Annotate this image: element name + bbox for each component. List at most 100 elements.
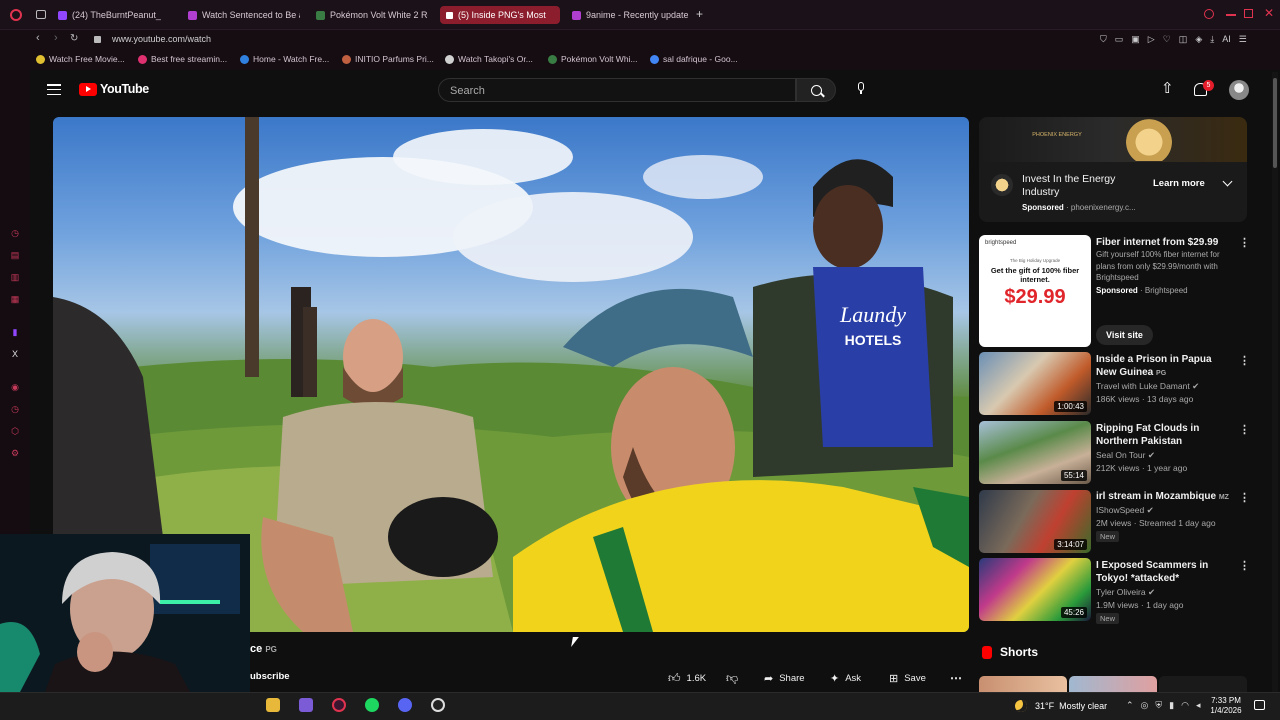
microphone-icon[interactable]: [857, 82, 865, 96]
extension-icon[interactable]: ⬡: [10, 426, 20, 436]
upload-icon[interactable]: ⇧: [1161, 81, 1174, 96]
avatar[interactable]: [1229, 80, 1249, 100]
rec-channel-3[interactable]: IShowSpeed ✔: [1096, 504, 1154, 517]
scrollbar-thumb[interactable]: [1273, 78, 1277, 168]
twitch-icon[interactable]: ▮: [10, 327, 20, 337]
rec-channel-2[interactable]: Seal On Tour ✔: [1096, 449, 1155, 462]
rec-thumbnail-4[interactable]: 45:26: [979, 558, 1091, 621]
rec-title-2[interactable]: Ripping Fat Clouds in Northern Pakistan: [1096, 422, 1234, 448]
save-button[interactable]: ⊞ Save: [881, 667, 934, 689]
history-icon[interactable]: ◷: [10, 228, 20, 238]
close-window-icon[interactable]: ✕: [1264, 6, 1274, 20]
hamburger-menu-icon[interactable]: [47, 84, 61, 95]
more-actions-button[interactable]: ⋯: [942, 667, 970, 689]
settings-icon[interactable]: ⚙: [10, 448, 20, 458]
short-thumbnail-1[interactable]: [979, 676, 1067, 692]
chevron-up-icon[interactable]: ⌃: [1126, 700, 1134, 711]
opera-taskbar-icon[interactable]: [332, 698, 346, 712]
rec-thumbnail-1[interactable]: 1:00:43: [979, 352, 1091, 415]
tab-list-icon[interactable]: [36, 10, 46, 19]
rec-title-4[interactable]: I Exposed Scammers in Tokyo! *attacked*: [1096, 559, 1234, 585]
wallet-icon[interactable]: ◈: [1195, 34, 1202, 45]
rec-title-1[interactable]: Inside a Prison in Papua New Guinea PG: [1096, 353, 1234, 380]
ai-extension-label[interactable]: AI: [1222, 34, 1231, 45]
promo-title[interactable]: Fiber internet from $29.99: [1096, 236, 1236, 249]
rec-menu-icon[interactable]: ⋮: [1239, 559, 1250, 572]
tab-2[interactable]: Watch Sentenced to Be a: [188, 6, 300, 24]
ask-button[interactable]: ✦ Ask: [822, 667, 869, 689]
rec-title-3[interactable]: irl stream in Mozambique MZ: [1096, 490, 1234, 504]
spotify-icon[interactable]: ◉: [10, 382, 20, 392]
spotify-taskbar-icon[interactable]: [365, 698, 379, 712]
rec-menu-icon[interactable]: ⋮: [1239, 423, 1250, 436]
bookmark-3[interactable]: Home - Watch Fre...: [240, 54, 329, 64]
opera-logo-icon[interactable]: [10, 9, 22, 21]
shield-tray-icon[interactable]: ⛨: [1155, 700, 1162, 711]
bookmark-2[interactable]: Best free streamin...: [138, 54, 227, 64]
rec-menu-icon[interactable]: ⋮: [1239, 491, 1250, 504]
minimize-icon[interactable]: [1226, 14, 1236, 16]
search-button[interactable]: [796, 78, 836, 102]
tab-3[interactable]: Pokémon Volt White 2 Re: [316, 6, 428, 24]
sidebar-app-icon[interactable]: ▥: [10, 272, 20, 282]
cube-icon[interactable]: ◫: [1179, 34, 1188, 45]
bookmark-icon[interactable]: ▭: [1115, 34, 1124, 45]
obs-taskbar-icon[interactable]: [431, 698, 445, 712]
heart-icon[interactable]: ♡: [1163, 34, 1171, 45]
weather-text[interactable]: 31°F Mostly clear: [1035, 701, 1107, 711]
url-field[interactable]: www.youtube.com/watch: [112, 34, 211, 44]
player-icon[interactable]: ▷: [1148, 34, 1155, 45]
maximize-icon[interactable]: [1244, 9, 1253, 18]
download-icon[interactable]: ⤓: [1210, 34, 1214, 45]
clock-icon[interactable]: ◷: [10, 404, 20, 414]
notification-center-icon[interactable]: [1254, 700, 1265, 710]
clock[interactable]: 7:33 PM 1/4/2026: [1206, 696, 1246, 716]
rec-channel-4[interactable]: Tyler Oliveira ✔: [1096, 586, 1155, 599]
bookmark-7[interactable]: sal dafrique - Goo...: [650, 54, 738, 64]
short-thumbnail-2[interactable]: [1069, 676, 1157, 692]
youtube-logo[interactable]: YouTube: [79, 82, 149, 96]
tab-5[interactable]: 9anime - Recently update: [572, 6, 688, 24]
rec-thumbnail-2[interactable]: 55:14: [979, 421, 1091, 484]
back-icon[interactable]: ‹: [36, 32, 40, 44]
promo-menu-icon[interactable]: ⋮: [1239, 236, 1250, 249]
new-tab-icon[interactable]: +: [696, 7, 703, 21]
bookmark-4[interactable]: INITIO Parfums Pri...: [342, 54, 434, 64]
visit-site-button[interactable]: Visit site: [1096, 325, 1153, 345]
tab-1[interactable]: (24) TheBurntPeanut_: [58, 6, 176, 24]
bookmark-1[interactable]: Watch Free Movie...: [36, 54, 125, 64]
rec-menu-icon[interactable]: ⋮: [1239, 354, 1250, 367]
subscribe-button[interactable]: ubscribe: [250, 671, 290, 682]
bookmark-5[interactable]: Watch Takopi's Or...: [445, 54, 533, 64]
microphone-tray-icon[interactable]: ▮: [1169, 700, 1174, 711]
sidebar-app-icon[interactable]: ▦: [10, 294, 20, 304]
rec-thumbnail-3[interactable]: 3:14:07: [979, 490, 1091, 553]
calendar-app-icon[interactable]: [299, 698, 313, 712]
file-explorer-icon[interactable]: [266, 698, 280, 712]
short-thumbnail-3[interactable]: [1159, 676, 1247, 692]
search-tabs-icon[interactable]: [1204, 9, 1214, 19]
forward-icon[interactable]: ›: [54, 32, 58, 44]
extension-icon[interactable]: ▣: [1131, 34, 1140, 45]
discord-taskbar-icon[interactable]: [398, 698, 412, 712]
share-button[interactable]: ➦ Share: [756, 667, 813, 689]
menu-icon[interactable]: ☰: [1239, 34, 1247, 45]
ad-title[interactable]: Invest In the Energy Industry: [1022, 173, 1147, 199]
dislike-button[interactable]: 👎︎: [718, 667, 746, 689]
x-icon[interactable]: X: [10, 349, 20, 359]
sidebar-app-icon[interactable]: ▤: [10, 250, 20, 260]
wifi-icon[interactable]: ◠: [1181, 700, 1189, 711]
promo-thumbnail[interactable]: brightspeed The Big Holiday Upgrade Get …: [979, 235, 1091, 347]
ad-learn-more-button[interactable]: Learn more: [1147, 176, 1211, 191]
shield-icon[interactable]: ⛉: [1100, 34, 1107, 45]
scrollbar[interactable]: [1272, 72, 1278, 692]
search-input[interactable]: Search: [438, 78, 796, 102]
tab-4-active[interactable]: (5) Inside PNG's Most: [440, 6, 560, 24]
rec-channel-1[interactable]: Travel with Luke Damant ✔: [1096, 380, 1199, 393]
reload-icon[interactable]: ↻: [70, 33, 78, 44]
ad-banner[interactable]: PHOENIX ENERGY: [979, 117, 1247, 162]
gamepad-icon[interactable]: ◎: [1141, 700, 1149, 711]
like-button[interactable]: 👍︎ 1.6K: [660, 667, 714, 689]
bookmark-6[interactable]: Pokémon Volt Whi...: [548, 54, 638, 64]
volume-icon[interactable]: ◂: [1196, 700, 1201, 711]
